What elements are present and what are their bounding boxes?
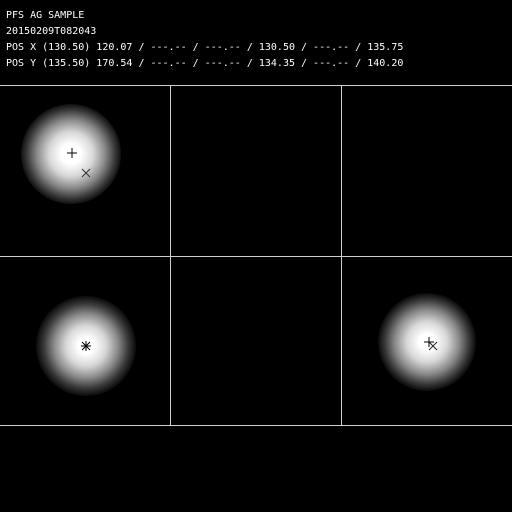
grid-line-middle: [0, 256, 512, 257]
centroid-marker-1: [81, 168, 91, 178]
grid-line-right: [341, 85, 342, 426]
centroid-marker-4: [81, 341, 91, 351]
grid-line-left: [170, 85, 171, 426]
app-title: PFS AG SAMPLE: [6, 10, 85, 21]
target-position-marker-1: [67, 148, 77, 158]
grid-line-top: [0, 85, 512, 86]
ag-display: PFS AG SAMPLE 20150209T082043 POS X (130…: [0, 0, 512, 512]
centroid-marker-6: [428, 341, 438, 351]
timestamp: 20150209T082043: [6, 26, 97, 37]
pos-x-readout: POS X (130.50) 120.07 / ---.-- / ---.-- …: [6, 42, 404, 53]
pos-y-readout: POS Y (135.50) 170.54 / ---.-- / ---.-- …: [6, 58, 404, 69]
grid-line-bottom: [0, 425, 512, 426]
